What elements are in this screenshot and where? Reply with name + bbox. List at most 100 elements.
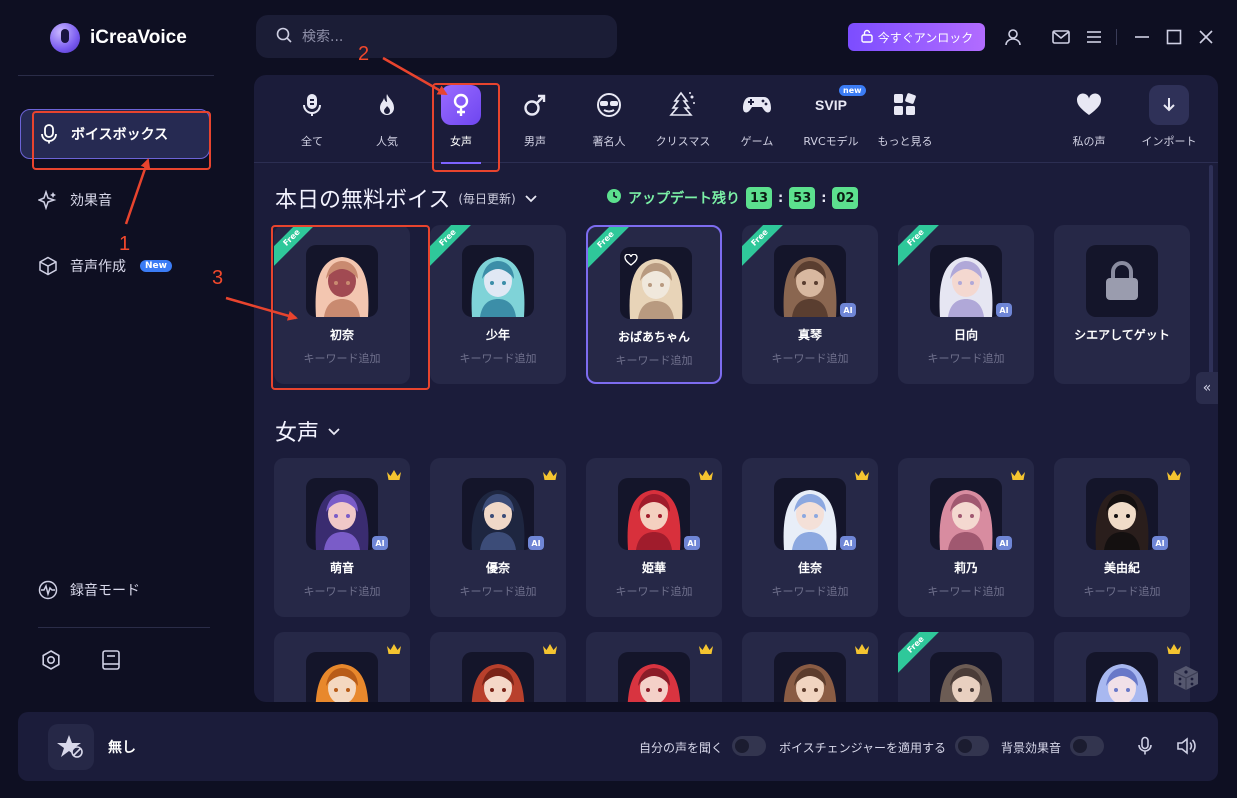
sidebar-item-record-mode[interactable]: 録音モード — [20, 565, 210, 615]
search-input[interactable] — [302, 28, 592, 45]
random-dice-icon[interactable] — [1172, 664, 1200, 692]
speaker-icon[interactable] — [1176, 736, 1196, 756]
add-keyword-link[interactable]: キーワード追加 — [898, 583, 1034, 599]
voice-name: 少年 — [485, 328, 510, 342]
add-keyword-link[interactable]: キーワード追加 — [274, 583, 410, 599]
tab-label: 著名人 — [592, 135, 626, 148]
voice-card[interactable]: Free AI 日向 キーワード追加 — [898, 225, 1034, 384]
voice-card[interactable]: AI 莉乃 キーワード追加 — [898, 458, 1034, 617]
scrollbar-thumb[interactable] — [1209, 165, 1213, 385]
minimize-icon[interactable] — [1132, 27, 1152, 47]
sunglasses-icon — [589, 85, 629, 125]
annotation-number: 1 — [119, 233, 131, 255]
add-keyword-link[interactable]: キーワード追加 — [1054, 583, 1190, 599]
tab-female[interactable]: 女声 — [423, 85, 499, 155]
add-keyword-link[interactable]: キーワード追加 — [898, 350, 1034, 366]
app-logo: iCreaVoice — [50, 20, 187, 56]
tab-game[interactable]: ゲーム — [719, 85, 795, 155]
sidebar-item-label: 録音モード — [70, 583, 140, 599]
tab-my-voice[interactable]: 私の声 — [1051, 85, 1127, 155]
sidebar-item-voice-creation[interactable]: 音声作成 New — [20, 241, 210, 291]
tab-christmas[interactable]: クリスマス — [645, 85, 721, 155]
ai-badge: AI — [1152, 536, 1168, 550]
add-keyword-link[interactable]: キーワード追加 — [588, 352, 720, 368]
voice-card[interactable] — [742, 632, 878, 702]
maximize-icon[interactable] — [1164, 27, 1184, 47]
tab-all[interactable]: 全て — [274, 85, 350, 155]
share-card[interactable]: シエアしてゲット — [1054, 225, 1190, 384]
crown-icon — [698, 640, 714, 654]
countdown-separator: : — [778, 190, 784, 206]
tab-label: 男声 — [524, 135, 546, 148]
sidebar-item-sound-effects[interactable]: 効果音 — [20, 175, 210, 225]
voice-card[interactable] — [430, 632, 566, 702]
voice-card[interactable] — [1054, 632, 1190, 702]
voice-avatar — [930, 245, 1002, 317]
close-icon[interactable] — [1196, 27, 1216, 47]
favorite-heart-icon[interactable] — [624, 251, 638, 266]
section-subtitle: (毎日更新) — [458, 191, 516, 206]
voice-avatar — [618, 652, 690, 702]
tab-celebrity[interactable]: 著名人 — [571, 85, 647, 155]
book-icon[interactable] — [100, 649, 122, 671]
tab-import[interactable]: インポート — [1131, 85, 1207, 155]
tab-popular[interactable]: 人気 — [349, 85, 425, 155]
crown-icon — [542, 466, 558, 480]
microphone-icon[interactable] — [1135, 736, 1155, 756]
apply-voice-changer-toggle[interactable] — [955, 736, 989, 756]
voice-card[interactable]: AI 美由紀キーワード追加 — [1054, 458, 1190, 617]
current-voice-icon[interactable] — [48, 724, 94, 770]
add-keyword-link[interactable]: キーワード追加 — [430, 350, 566, 366]
tab-male[interactable]: 男声 — [497, 85, 573, 155]
add-keyword-link[interactable]: キーワード追加 — [274, 350, 410, 366]
voice-card[interactable]: Free AI 真琴 キーワード追加 — [742, 225, 878, 384]
mail-icon[interactable] — [1051, 27, 1071, 47]
bottom-control-bar: 無し 自分の声を聞く ボイスチェンジャーを適用する 背景効果音 — [18, 712, 1218, 781]
tab-more[interactable]: もっと見る — [867, 85, 943, 155]
voice-card[interactable]: Free 初奈 キーワード追加 — [274, 225, 410, 384]
voice-card[interactable]: Free — [898, 632, 1034, 702]
crown-icon — [854, 640, 870, 654]
voice-card[interactable]: Free おばあちゃん キーワード追加 — [586, 225, 722, 384]
tab-label: 女声 — [450, 135, 472, 148]
clock-icon — [606, 188, 622, 208]
sidebar-item-label: 効果音 — [70, 193, 112, 209]
voice-card[interactable] — [586, 632, 722, 702]
background-sound-toggle[interactable] — [1070, 736, 1104, 756]
collapse-panel-button[interactable]: « — [1196, 372, 1218, 404]
section-title: 本日の無料ボイス — [275, 188, 451, 213]
user-icon[interactable] — [1003, 27, 1023, 47]
tab-label: RVCモデル — [803, 135, 859, 148]
crown-icon — [1010, 466, 1026, 480]
hear-myself-toggle[interactable] — [732, 736, 766, 756]
voice-card[interactable]: AI 姫華 キーワード追加 — [586, 458, 722, 617]
sidebar-item-voicebox[interactable]: ボイスボックス — [20, 109, 210, 159]
chevron-down-icon[interactable] — [524, 186, 538, 211]
voice-avatar — [306, 478, 378, 550]
menu-icon[interactable] — [1084, 27, 1104, 47]
female-voices-heading: 女声 — [275, 415, 341, 447]
tab-label: 人気 — [376, 135, 398, 148]
tab-label: ゲーム — [740, 135, 774, 148]
voice-card[interactable]: AI 佳奈 キーワード追加 — [742, 458, 878, 617]
voice-card[interactable]: AI 優奈 キーワード追加 — [430, 458, 566, 617]
voice-avatar — [306, 245, 378, 317]
unlock-button[interactable]: 今すぐアンロック — [848, 23, 985, 51]
add-keyword-link[interactable]: キーワード追加 — [586, 583, 722, 599]
add-keyword-link[interactable]: キーワード追加 — [430, 583, 566, 599]
add-keyword-link[interactable]: キーワード追加 — [742, 583, 878, 599]
voice-avatar — [930, 478, 1002, 550]
voice-name: おばあちゃん — [617, 330, 690, 344]
voice-card[interactable] — [274, 632, 410, 702]
voice-card[interactable]: AI 萌音 キーワード追加 — [274, 458, 410, 617]
voice-name: 美由紀 — [1103, 561, 1140, 575]
chevron-down-icon[interactable] — [327, 419, 341, 444]
voice-avatar — [462, 245, 534, 317]
add-keyword-link[interactable]: キーワード追加 — [742, 350, 878, 366]
free-voices-heading: 本日の無料ボイス (毎日更新) — [275, 182, 538, 214]
settings-icon[interactable] — [40, 649, 62, 671]
voice-card[interactable]: Free 少年 キーワード追加 — [430, 225, 566, 384]
download-icon — [1149, 85, 1189, 125]
search-box[interactable] — [256, 15, 617, 58]
unlock-label: 今すぐアンロック — [877, 30, 974, 45]
